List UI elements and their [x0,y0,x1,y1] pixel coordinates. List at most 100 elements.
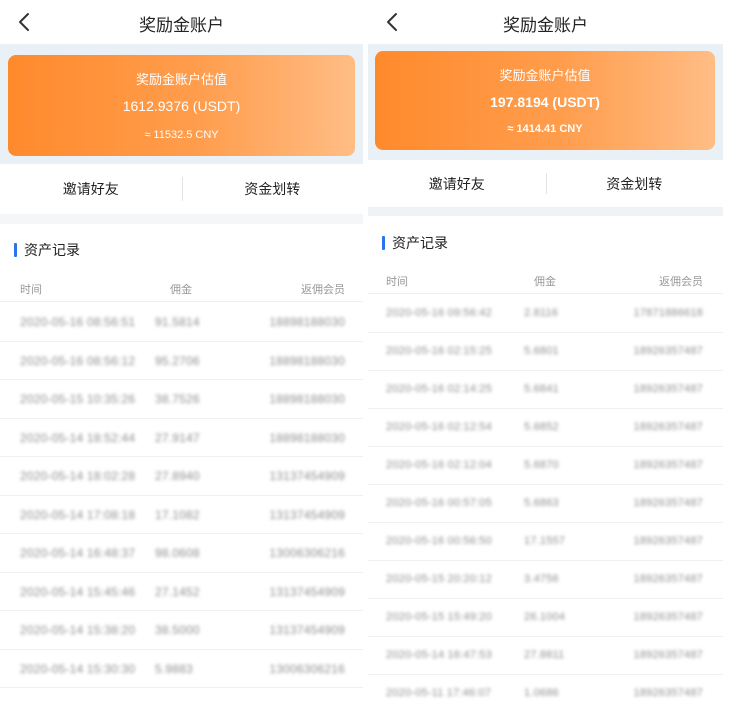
record-time: 2020-05-16 09:56:42 [386,307,492,319]
nav-header: 奖励金账户 [368,0,723,44]
record-commission: 3.4756 [524,573,559,585]
right-screen: 奖励金账户 奖励金账户估值 197.8194 (USDT) ≈ 1414.41 … [368,0,723,701]
record-commission: 1.0686 [524,687,559,699]
record-commission: 27.8940 [155,469,200,483]
record-time: 2020-05-16 00:57:05 [386,497,492,509]
record-time: 2020-05-15 20:20:12 [386,573,492,585]
record-commission: 27.9147 [155,430,200,445]
right-edge [723,0,733,701]
table-row: 2020-05-16 02:15:25 5.6801 18926357487 [368,333,723,371]
record-time: 2020-05-16 00:56:50 [386,535,492,547]
column-header-time: 时间 [386,276,408,288]
table-row: 2020-05-15 20:20:12 3.4756 18926357487 [368,561,723,599]
table-row: 2020-05-14 15:45:46 27.1452 13137454909 [0,573,363,611]
table-row: 2020-05-14 15:38:20 38.5000 13137454909 [0,611,363,650]
record-commission: 5.6801 [524,345,559,357]
table-row: 2020-05-16 02:12:54 5.6852 18926357487 [368,409,723,447]
record-time: 2020-05-14 18:02:28 [20,469,136,483]
table-row: 2020-05-14 18:52:44 27.9147 18898188030 [0,419,363,457]
record-commission: 38.5000 [155,623,200,637]
balance-label: 奖励金账户估值 [135,72,227,87]
table-row: 2020-05-16 08:56:12 95.2706 18898188030 [0,342,363,380]
table-header: 时间 佣金 返佣会员 [0,272,363,302]
table-row: 2020-05-16 00:56:50 17.1557 18926357487 [368,523,723,561]
left-screen: 奖励金账户 奖励金账户估值 1612.9376 (USDT) ≈ 11532.5… [0,0,363,701]
record-time: 2020-05-14 18:52:44 [20,430,136,445]
table-row: 2020-05-11 17:46:07 1.0686 18926357487 [368,675,723,701]
record-time: 2020-05-14 15:38:20 [20,623,136,637]
record-time: 2020-05-15 10:35:26 [20,392,136,406]
column-header-member: 返佣会员 [301,284,345,296]
table-row: 2020-05-16 00:57:05 5.6863 18926357487 [368,485,723,523]
column-header-commission: 佣金 [170,284,192,296]
record-time: 2020-05-16 02:12:54 [386,421,492,433]
record-member: 18926357487 [633,687,703,699]
action-bar: 邀请好友 资金划转 [0,164,363,214]
record-time: 2020-05-16 02:15:25 [386,345,492,357]
table-row: 2020-05-15 10:35:26 38.7526 18898188030 [0,380,363,419]
table-row: 2020-05-16 08:56:51 91.5814 18898188030 [0,303,363,342]
record-member: 18926357487 [633,649,703,661]
record-time: 2020-05-14 16:47:53 [386,649,492,661]
record-time: 2020-05-14 15:30:30 [20,661,136,676]
section-title: 资产记录 [14,240,80,260]
record-time: 2020-05-14 16:48:37 [20,546,136,560]
table-row: 2020-05-14 16:47:53 27.8811 18926357487 [368,637,723,675]
action-bar: 邀请好友 资金划转 [368,160,723,207]
card-area: 奖励金账户估值 1612.9376 (USDT) ≈ 11532.5 CNY [0,44,363,164]
record-time: 2020-05-16 02:14:25 [386,383,492,395]
balance-card: 奖励金账户估值 197.8194 (USDT) ≈ 1414.41 CNY [375,51,715,150]
record-commission: 27.8811 [524,649,565,661]
invite-friends-button[interactable]: 邀请好友 [0,164,182,214]
record-time: 2020-05-15 15:49:20 [386,611,492,623]
record-commission: 5.6852 [524,421,559,433]
record-commission: 17.1082 [155,507,200,522]
record-commission: 38.7526 [155,392,200,406]
records-list: 2020-05-16 09:56:42 2.8116 17871886618 2020… [368,295,723,701]
record-member: 18926357487 [633,459,703,471]
record-member: 13137454909 [269,469,345,483]
page-title: 奖励金账户 [139,16,224,35]
record-commission: 98.0608 [155,546,200,560]
fund-transfer-button[interactable]: 资金划转 [545,160,724,207]
record-commission: 2.8116 [524,307,559,319]
record-member: 18926357487 [633,535,703,547]
record-member: 13137454909 [269,584,345,599]
balance-cny: ≈ 11532.5 CNY [144,129,219,141]
invite-friends-button[interactable]: 邀请好友 [368,160,546,207]
record-member: 18926357487 [633,345,703,357]
record-member: 18898188030 [269,392,345,406]
page-title: 奖励金账户 [503,16,588,35]
record-time: 2020-05-16 08:56:51 [20,315,136,329]
record-commission: 5.9883 [155,661,193,676]
asset-records: 资产记录 时间 佣金 返佣会员 2020-05-16 08:56:51 91.58… [0,224,363,701]
record-commission: 5.6863 [524,497,559,509]
record-member: 18926357487 [633,383,703,395]
record-member: 18926357487 [633,573,703,585]
card-area: 奖励金账户估值 197.8194 (USDT) ≈ 1414.41 CNY [368,44,723,164]
record-time: 2020-05-16 02:12:04 [386,459,492,471]
record-commission: 26.1004 [524,611,566,623]
balance-value: 197.8194 (USDT) [490,94,600,110]
table-row: 2020-05-14 16:48:37 98.0608 13006306216 [0,534,363,573]
column-header-commission: 佣金 [534,276,556,288]
record-member: 13137454909 [269,507,345,522]
section-accent-bar [382,236,385,250]
fund-transfer-button[interactable]: 资金划转 [181,164,364,214]
record-time: 2020-05-11 17:46:07 [386,687,492,699]
table-row: 2020-05-16 02:14:25 5.6841 18926357487 [368,371,723,409]
record-member: 13006306216 [269,546,345,560]
record-commission: 17.1557 [524,535,566,547]
balance-label: 奖励金账户估值 [499,68,591,83]
section-title: 资产记录 [382,233,448,253]
record-commission: 95.2706 [155,353,200,368]
record-commission: 5.6870 [524,459,559,471]
table-row: 2020-05-16 02:12:04 5.6870 18926357487 [368,447,723,485]
table-row: 2020-05-15 15:49:20 26.1004 18926357487 [368,599,723,637]
table-row: 2020-05-14 17:08:18 17.1082 13137454909 [0,496,363,534]
table-row: 2020-05-14 18:02:28 27.8940 13137454909 [0,457,363,496]
record-commission: 27.1452 [155,584,200,599]
balance-card: 奖励金账户估值 1612.9376 (USDT) ≈ 11532.5 CNY [8,55,355,156]
column-header-time: 时间 [20,284,42,296]
record-time: 2020-05-16 08:56:12 [20,353,136,368]
